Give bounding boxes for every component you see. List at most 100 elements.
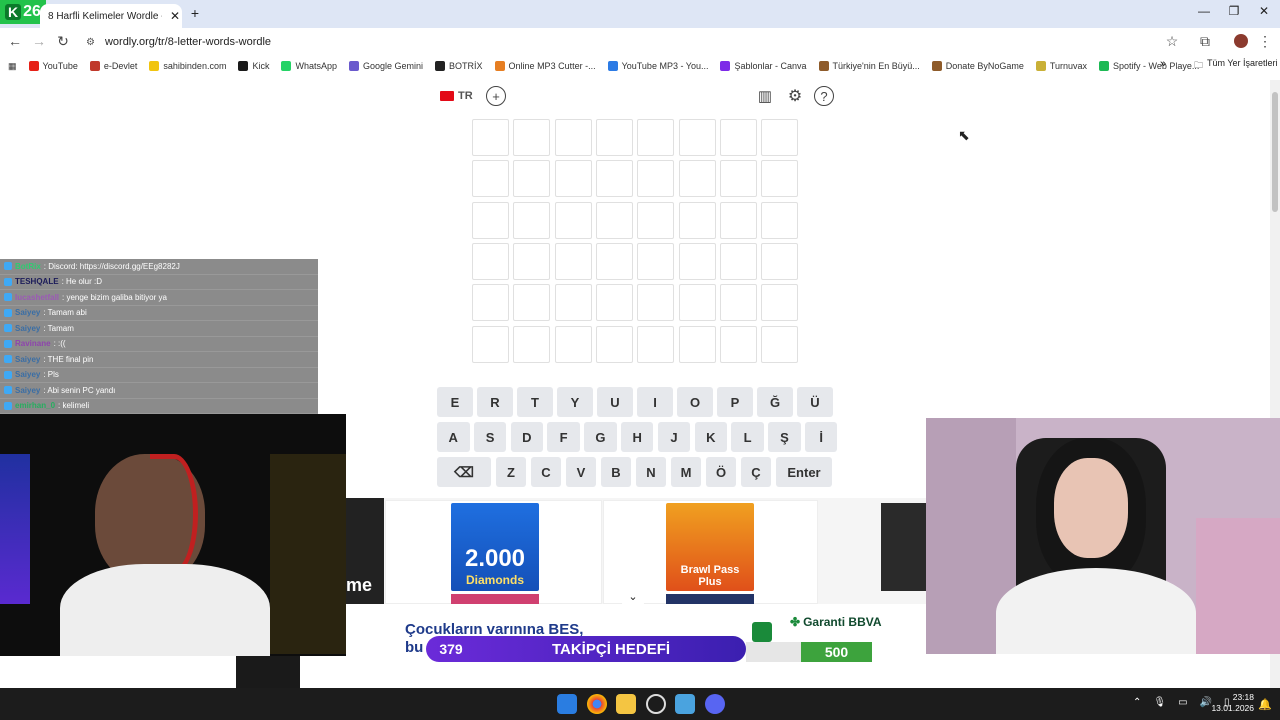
key-g[interactable]: G [584, 422, 617, 452]
bookmark-item[interactable]: e-Devlet [89, 61, 137, 71]
key-r[interactable]: R [477, 387, 513, 417]
settings-gear-icon[interactable]: ⚙ [785, 86, 805, 106]
chrome-taskbar-icon[interactable] [587, 694, 607, 714]
apps-icon[interactable]: ▦ [8, 61, 17, 72]
key-i[interactable]: I [637, 387, 673, 417]
ad-row2-tile-1 [451, 594, 539, 604]
restore-icon[interactable]: ❐ [1219, 4, 1249, 24]
bookmark-item[interactable]: Google Gemini [349, 61, 423, 71]
mic-icon[interactable]: 🎙 [1153, 697, 1166, 708]
key-h[interactable]: H [620, 422, 654, 452]
key-p[interactable]: P [717, 387, 753, 417]
profile-avatar[interactable] [1234, 34, 1248, 48]
key-i̇[interactable]: İ [804, 422, 838, 452]
app-icon[interactable] [675, 694, 695, 714]
notification-icon[interactable]: 🔔 [1258, 698, 1272, 711]
key-ö[interactable]: Ö [706, 457, 736, 487]
bookmark-item[interactable]: Şablonlar - Canva [720, 61, 807, 71]
key-s[interactable]: S [473, 422, 507, 452]
key-v[interactable]: V [566, 457, 596, 487]
bookmark-label: Online MP3 Cutter -... [508, 61, 596, 71]
scrollbar-thumb[interactable] [1272, 92, 1278, 212]
site-info-icon[interactable]: ⚙ [86, 37, 95, 48]
brawl-pass-product-image[interactable]: Brawl Pass Plus [666, 503, 754, 591]
keyboard-row-3: ⌫ Z C V B N M Ö Ç Enter [437, 457, 832, 487]
key-f[interactable]: F [547, 422, 580, 452]
obs-icon[interactable] [646, 694, 666, 714]
bookmark-item[interactable]: YouTube MP3 - You... [607, 61, 708, 71]
bookmark-item[interactable]: Spotify - Web Playe... [1099, 61, 1199, 71]
key-m[interactable]: M [671, 457, 701, 487]
key-d[interactable]: D [510, 422, 544, 452]
key-u[interactable]: U [597, 387, 633, 417]
key-j[interactable]: J [657, 422, 691, 452]
grid-cell [678, 201, 716, 239]
browser-tab[interactable]: 8 Harfli Kelimeler Wordle - Çev ✕ [40, 4, 182, 28]
more-bookmarks-icon[interactable]: » [1160, 58, 1166, 70]
clock-date: 13.01.2026 [1211, 703, 1254, 713]
close-window-icon[interactable]: ✕ [1249, 4, 1279, 24]
chat-text: : Tamam abi [43, 308, 87, 318]
key-y[interactable]: Y [557, 387, 593, 417]
enter-key[interactable]: Enter [776, 457, 832, 487]
file-explorer-icon[interactable] [616, 694, 636, 714]
extensions-icon[interactable]: ⧉ [1197, 33, 1213, 49]
bookmark-star-icon[interactable]: ☆ [1164, 33, 1180, 49]
help-icon[interactable]: ? [814, 86, 834, 106]
menu-icon[interactable]: ⋮ [1257, 33, 1273, 49]
bookmark-item[interactable]: Online MP3 Cutter -... [494, 61, 596, 71]
start-icon[interactable] [557, 694, 577, 714]
reload-icon[interactable]: ↻ [55, 33, 71, 49]
chat-text: : kelimeli [58, 401, 90, 411]
key-ş[interactable]: Ş [768, 422, 801, 452]
discord-icon[interactable] [705, 694, 725, 714]
key-c[interactable]: C [531, 457, 561, 487]
ad-card-3-partial[interactable] [881, 503, 926, 591]
grid-cell [554, 160, 592, 198]
grid-cell [637, 325, 675, 363]
language-selector[interactable]: TR [440, 88, 473, 104]
key-l[interactable]: L [731, 422, 764, 452]
backspace-key[interactable]: ⌫ [437, 457, 491, 487]
bookmark-item[interactable]: YouTube [28, 61, 78, 71]
new-tab-icon[interactable]: + [188, 5, 202, 21]
clock[interactable]: 23:18 13.01.2026 [1210, 692, 1254, 714]
add-icon[interactable]: + [486, 86, 506, 106]
bookmark-item[interactable]: Türkiye'nin En Büyü... [818, 61, 920, 71]
key-b[interactable]: B [601, 457, 631, 487]
key-ç[interactable]: Ç [741, 457, 771, 487]
bookmark-item[interactable]: sahibinden.com [149, 61, 226, 71]
key-k[interactable]: K [694, 422, 728, 452]
bookmark-item[interactable]: Turnuvax [1035, 61, 1087, 71]
key-z[interactable]: Z [496, 457, 526, 487]
key-t[interactable]: T [517, 387, 553, 417]
bookmark-item[interactable]: Kick [238, 61, 269, 71]
bookmark-item[interactable]: Donate ByNoGame [931, 61, 1024, 71]
key-a[interactable]: A [437, 422, 470, 452]
key-n[interactable]: N [636, 457, 666, 487]
grid-cell [472, 242, 509, 280]
network-icon[interactable]: ▭ [1178, 697, 1187, 708]
stats-icon[interactable]: ▥ [755, 86, 775, 106]
grid-cell [595, 201, 633, 239]
bookmark-item[interactable]: WhatsApp [281, 61, 337, 71]
minimize-icon[interactable]: — [1189, 4, 1219, 24]
key-ğ[interactable]: Ğ [757, 387, 793, 417]
all-bookmarks[interactable]: 🗀 Tüm Yer İşaretleri [1194, 58, 1278, 74]
diamonds-product-image[interactable]: 2.000 Diamonds [451, 503, 539, 591]
tray-chevron-icon[interactable]: ⌃ [1133, 697, 1141, 708]
forward-icon[interactable]: → [31, 33, 47, 49]
address-bar[interactable]: ⚙ wordly.org/tr/8-letter-words-wordle [80, 31, 1190, 53]
key-ü[interactable]: Ü [797, 387, 833, 417]
ad-partial-tile[interactable]: me [346, 498, 384, 604]
bookmark-label: BOTRİX [449, 61, 483, 71]
key-e[interactable]: E [437, 387, 473, 417]
key-o[interactable]: O [677, 387, 713, 417]
grid-cell [761, 119, 799, 156]
red-headset [150, 454, 198, 574]
grid-cell [637, 201, 675, 239]
ad-partial-word: me [346, 575, 373, 595]
back-icon[interactable]: ← [7, 33, 23, 49]
bookmark-item[interactable]: BOTRİX [435, 61, 483, 71]
close-tab-icon[interactable]: ✕ [168, 9, 182, 23]
